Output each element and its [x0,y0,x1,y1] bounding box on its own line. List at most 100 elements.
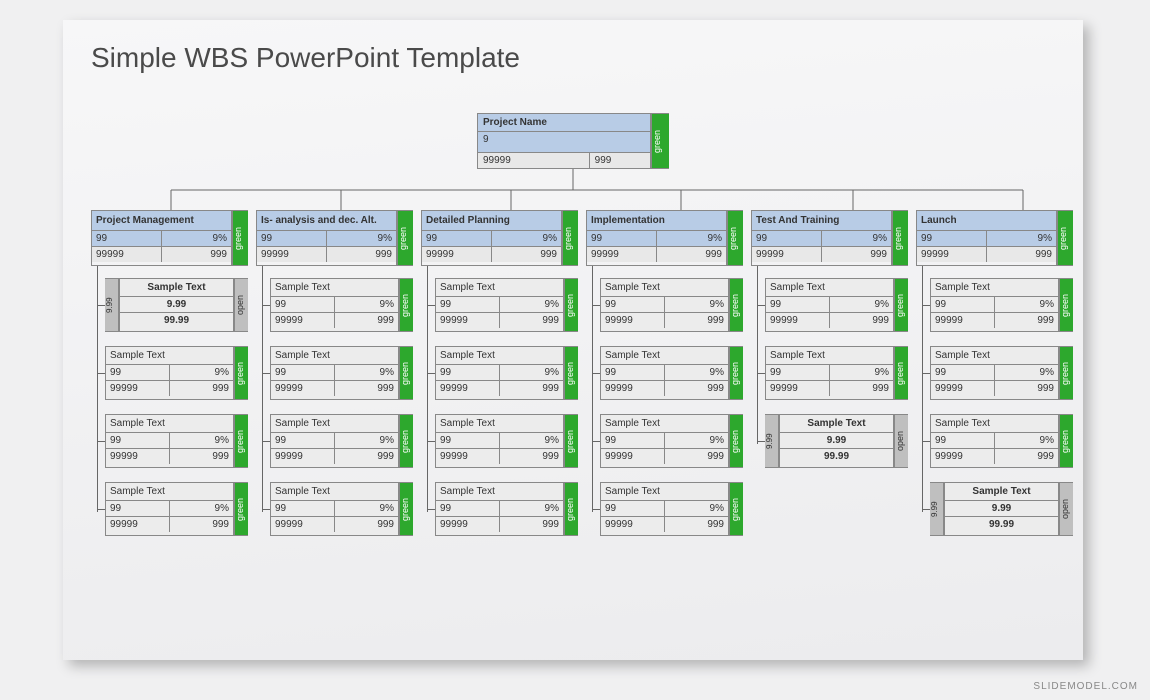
task-status-badge: green [729,482,743,536]
task-val-c: 99999 [271,381,335,396]
wbs-category: Project Management 999% 99999999 green 9… [91,210,248,536]
cat-val-b: 9% [492,231,561,246]
task-val-d: 999 [335,313,398,328]
task-val-b: 9% [500,365,563,380]
cat-val-a: 99 [92,231,162,246]
task-status-badge: green [894,278,908,332]
wbs-task: Sample Text 999% 99999999 green [930,278,1073,332]
wbs-task: Sample Text 999% 99999999 green [105,414,248,468]
task-val-d: 999 [995,313,1058,328]
task-val-d: 999 [500,449,563,464]
category-status-badge: green [562,210,578,266]
cat-val-d: 999 [492,247,561,262]
task-val-d: 999 [830,313,893,328]
task-val-d: 999 [170,517,233,532]
task-title: Sample Text [931,347,1058,365]
task-val-d: 999 [995,449,1058,464]
cat-val-c: 99999 [752,247,822,262]
cat-val-d: 999 [987,247,1056,262]
task-val-d: 999 [500,517,563,532]
wbs-root: Project Name 9 99999 999 green [477,113,669,169]
task-val-b: 9% [335,501,398,516]
category-name: Project Management [92,211,231,231]
wbs-task: Sample Text 999% 99999999 green [930,346,1073,400]
task-val-a: 99 [766,297,830,312]
cat-val-a: 99 [587,231,657,246]
task-title: Sample Text [436,347,563,365]
task-val-d: 999 [995,381,1058,396]
wbs-task: Sample Text 999% 99999999 green [600,278,743,332]
cat-val-b: 9% [657,231,726,246]
task-val-a: 99 [106,433,170,448]
category-name: Is- analysis and dec. Alt. [257,211,396,231]
task-val-c: 99999 [601,517,665,532]
task-title: Sample Text [780,415,893,433]
task-val-c: 99999 [271,517,335,532]
cat-val-b: 9% [822,231,891,246]
task-status-badge: green [399,482,413,536]
category-name: Test And Training [752,211,891,231]
task-status-badge: green [1059,278,1073,332]
task-val-b: 9% [995,433,1058,448]
task-val-d: 999 [335,517,398,532]
task-left-label: 9.99 [930,482,944,536]
task-val-d: 999 [335,449,398,464]
task-val-c: 99999 [271,449,335,464]
wbs-categories: Project Management 999% 99999999 green 9… [91,210,1073,536]
root-value2b: 999 [590,153,650,168]
cat-val-a: 99 [422,231,492,246]
task-val-r3: 99.99 [120,313,233,328]
task-val-a: 99 [271,501,335,516]
cat-val-d: 999 [822,247,891,262]
task-title: Sample Text [436,279,563,297]
task-title: Sample Text [601,415,728,433]
category-status-badge: green [892,210,908,266]
wbs-task: Sample Text 999% 99999999 green [600,482,743,536]
task-val-b: 9% [335,433,398,448]
task-status-badge: open [894,414,908,468]
wbs-task: 9.99 Sample Text 9.99 99.99 open [930,482,1073,536]
task-status-badge: green [234,414,248,468]
task-val-a: 99 [436,365,500,380]
task-val-c: 99999 [601,381,665,396]
task-title: Sample Text [931,415,1058,433]
cat-val-d: 999 [657,247,726,262]
task-val-a: 99 [106,501,170,516]
task-title: Sample Text [766,347,893,365]
wbs-task: Sample Text 999% 99999999 green [765,346,908,400]
task-title: Sample Text [601,279,728,297]
task-title: Sample Text [601,347,728,365]
root-value1: 9 [478,132,650,153]
cat-val-b: 9% [987,231,1056,246]
task-val-a: 99 [436,297,500,312]
category-name: Launch [917,211,1056,231]
wbs-task: Sample Text 999% 99999999 green [435,278,578,332]
task-status-badge: green [729,278,743,332]
task-val-d: 999 [665,449,728,464]
task-status-badge: open [1059,482,1073,536]
task-val-c: 99999 [931,313,995,328]
task-list: Sample Text 999% 99999999 green Sample T… [751,278,908,468]
task-title: Sample Text [271,415,398,433]
wbs-task: Sample Text 999% 99999999 green [600,414,743,468]
task-val-c: 99999 [766,313,830,328]
wbs-category: Implementation 999% 99999999 green Sampl… [586,210,743,536]
cat-val-c: 99999 [92,247,162,262]
task-val-a: 99 [271,433,335,448]
task-status-badge: green [1059,414,1073,468]
task-title: Sample Text [106,347,233,365]
task-val-b: 9% [665,433,728,448]
task-val-d: 999 [500,313,563,328]
wbs-task: Sample Text 999% 99999999 green [600,346,743,400]
task-val-b: 9% [665,365,728,380]
root-value2a: 99999 [478,153,590,168]
wbs-task: Sample Text 999% 99999999 green [930,414,1073,468]
task-status-badge: green [564,278,578,332]
task-val-a: 99 [601,365,665,380]
cat-val-b: 9% [162,231,231,246]
wbs-task: Sample Text 999% 99999999 green [270,278,413,332]
task-val-d: 999 [170,381,233,396]
wbs-task: Sample Text 999% 99999999 green [105,482,248,536]
task-val-a: 99 [271,365,335,380]
task-title: Sample Text [106,483,233,501]
